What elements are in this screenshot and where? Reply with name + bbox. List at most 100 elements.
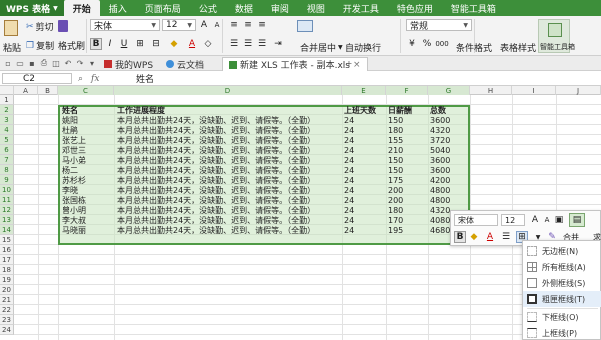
- cell-daily-pay[interactable]: 150: [386, 165, 428, 175]
- cell-progress[interactable]: 本月总共出勤共24天，没缺勤、迟到、请假等。（全勤）: [114, 145, 342, 155]
- cell-total[interactable]: 4800: [428, 185, 470, 195]
- chevron-down-icon[interactable]: ▾: [87, 58, 97, 68]
- tab-special[interactable]: 特色应用: [388, 0, 442, 16]
- align-center-icon[interactable]: ☰: [242, 38, 254, 50]
- thousands-icon[interactable]: 000: [435, 38, 448, 50]
- align-bottom-icon[interactable]: ≡: [256, 19, 268, 31]
- row-header-1[interactable]: 1: [0, 95, 14, 105]
- cell-days[interactable]: 24: [342, 195, 386, 205]
- row-header-4[interactable]: 4: [0, 125, 14, 135]
- open-file-icon[interactable]: ▭: [15, 58, 25, 68]
- smart-toolbox-button[interactable]: 智能工具箱: [538, 19, 575, 53]
- column-header-d[interactable]: D: [114, 86, 342, 95]
- print-icon[interactable]: ⎙: [39, 58, 49, 68]
- cell-total[interactable]: 3600: [428, 165, 470, 175]
- undo-icon[interactable]: ↶: [63, 58, 73, 68]
- header-cell-name[interactable]: 姓名: [60, 105, 114, 115]
- redo-icon[interactable]: ↷: [75, 58, 85, 68]
- cell-progress[interactable]: 本月总共出勤共24天，没缺勤、迟到、请假等。（全勤）: [114, 195, 342, 205]
- clear-format-icon[interactable]: ◇: [202, 38, 214, 50]
- number-format-select[interactable]: 常规 ▼: [406, 19, 472, 32]
- tab-developer[interactable]: 开发工具: [334, 0, 388, 16]
- tab-formulas[interactable]: 公式: [190, 0, 226, 16]
- cell-name[interactable]: 马小弟: [60, 155, 114, 165]
- cell-total[interactable]: 5040: [428, 145, 470, 155]
- row-header-3[interactable]: 3: [0, 115, 14, 125]
- font-size-select[interactable]: 12 ▼: [162, 19, 196, 31]
- paste-button[interactable]: [4, 20, 18, 36]
- cell-daily-pay[interactable]: 200: [386, 195, 428, 205]
- tab-smart-toolbox[interactable]: 智能工具箱: [442, 0, 505, 16]
- column-header-i[interactable]: I: [512, 86, 556, 95]
- row-header-2[interactable]: 2: [0, 105, 14, 115]
- increase-font-icon[interactable]: A: [198, 19, 210, 31]
- cell-name[interactable]: 马晓丽: [60, 225, 114, 235]
- column-header-c[interactable]: C: [58, 86, 114, 95]
- cell-name[interactable]: 苏杉杉: [60, 175, 114, 185]
- tab-cloud-docs[interactable]: 云文档: [160, 57, 210, 71]
- cell-daily-pay[interactable]: 180: [386, 205, 428, 215]
- column-header-j[interactable]: J: [556, 86, 601, 95]
- format-painter-button[interactable]: [58, 20, 68, 32]
- align-right-icon[interactable]: ☰: [256, 38, 268, 50]
- menu-item-thick-box-border[interactable]: 粗匣框线(T): [523, 291, 601, 307]
- cell-progress[interactable]: 本月总共出勤共24天，没缺勤、迟到、请假等。（全勤）: [114, 225, 342, 235]
- new-tab-icon[interactable]: +: [344, 58, 354, 68]
- row-header-6[interactable]: 6: [0, 145, 14, 155]
- align-left-icon[interactable]: ☰: [228, 38, 240, 50]
- tab-my-wps[interactable]: 我的WPS: [98, 57, 159, 71]
- cell-daily-pay[interactable]: 200: [386, 185, 428, 195]
- tab-review[interactable]: 审阅: [262, 0, 298, 16]
- row-header-16[interactable]: 16: [0, 245, 14, 255]
- column-header-h[interactable]: H: [470, 86, 512, 95]
- currency-icon[interactable]: ¥: [406, 38, 418, 50]
- cell-progress[interactable]: 本月总共出勤共24天，没缺勤、迟到、请假等。（全勤）: [114, 125, 342, 135]
- app-menu-button[interactable]: WPS 表格 ▼: [0, 0, 64, 16]
- row-header-10[interactable]: 10: [0, 185, 14, 195]
- copy-button[interactable]: ❐ 复制: [26, 39, 54, 53]
- menu-item-outside-borders[interactable]: 外侧框线(S): [523, 275, 601, 291]
- header-cell-progress[interactable]: 工作进展程度: [114, 105, 342, 115]
- align-middle-icon[interactable]: ≡: [242, 19, 254, 31]
- cell-days[interactable]: 24: [342, 205, 386, 215]
- merge-icon[interactable]: ⊟: [150, 38, 162, 50]
- cell-daily-pay[interactable]: 175: [386, 175, 428, 185]
- cell-days[interactable]: 24: [342, 155, 386, 165]
- cell-days[interactable]: 24: [342, 215, 386, 225]
- smart-toolbox-icon[interactable]: ▤: [569, 213, 585, 227]
- save-icon[interactable]: ▪: [27, 58, 37, 68]
- cell-name[interactable]: 李晓: [60, 185, 114, 195]
- row-header-18[interactable]: 18: [0, 265, 14, 275]
- bold-button[interactable]: B: [90, 38, 102, 50]
- align-center-icon[interactable]: ☰: [500, 231, 512, 243]
- header-cell-total[interactable]: 总数: [428, 105, 470, 115]
- menu-item-bottom-border[interactable]: 下框线(O): [523, 309, 601, 325]
- row-header-15[interactable]: 15: [0, 235, 14, 245]
- font-color-icon[interactable]: A: [484, 231, 496, 243]
- row-header-14[interactable]: 14: [0, 225, 14, 235]
- row-header-21[interactable]: 21: [0, 295, 14, 305]
- increase-font-icon[interactable]: A: [529, 214, 541, 226]
- menu-item-top-border[interactable]: 上框线(P): [523, 325, 601, 340]
- row-header-19[interactable]: 19: [0, 275, 14, 285]
- mini-font-name-select[interactable]: 宋体: [454, 214, 498, 226]
- cell-name[interactable]: 曾小明: [60, 205, 114, 215]
- column-header-b[interactable]: B: [38, 86, 58, 95]
- fill-color-icon[interactable]: ◆: [468, 231, 480, 243]
- underline-button[interactable]: U: [118, 38, 130, 50]
- menu-item-all-borders[interactable]: 所有框线(A): [523, 259, 601, 275]
- cell-daily-pay[interactable]: 180: [386, 125, 428, 135]
- mini-bold-button[interactable]: B: [454, 231, 466, 243]
- cell-progress[interactable]: 本月总共出勤共24天，没缺勤、迟到、请假等。（全勤）: [114, 115, 342, 125]
- cell-days[interactable]: 24: [342, 165, 386, 175]
- cell-days[interactable]: 24: [342, 145, 386, 155]
- decrease-font-icon[interactable]: A: [541, 214, 553, 226]
- italic-button[interactable]: I: [104, 38, 116, 50]
- tab-data[interactable]: 数据: [226, 0, 262, 16]
- row-header-5[interactable]: 5: [0, 135, 14, 145]
- align-top-icon[interactable]: ≡: [228, 19, 240, 31]
- cell-daily-pay[interactable]: 210: [386, 145, 428, 155]
- cell-total[interactable]: 3600: [428, 115, 470, 125]
- indent-icon[interactable]: ⇥: [272, 38, 284, 50]
- font-color-icon[interactable]: A: [186, 38, 198, 50]
